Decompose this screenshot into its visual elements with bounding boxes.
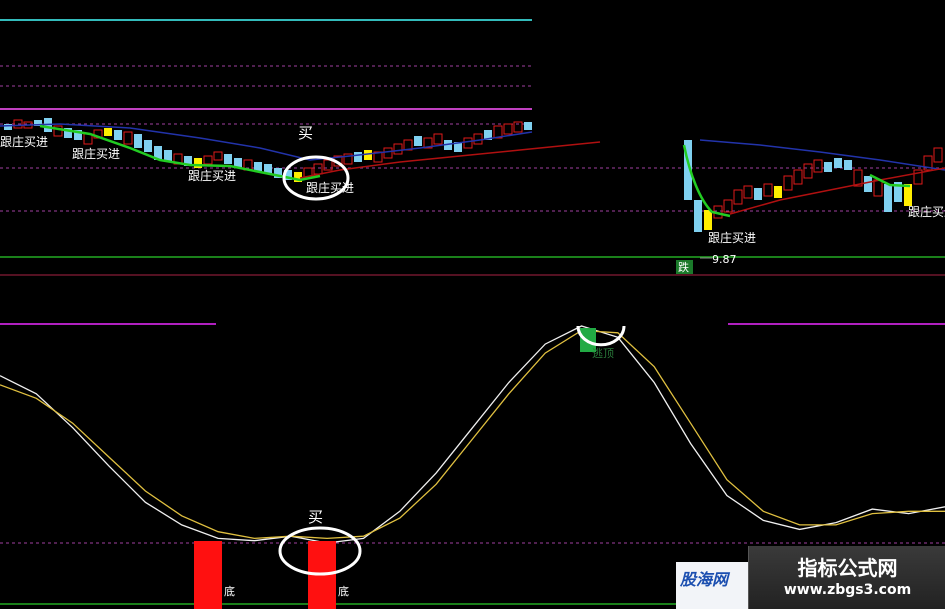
- candlestick: [704, 210, 712, 230]
- candlestick: [414, 136, 422, 146]
- candlestick: [114, 130, 122, 140]
- candlestick: [354, 152, 362, 162]
- watermark-title: 指标公式网: [797, 556, 898, 580]
- candlestick: [524, 122, 532, 130]
- candlestick: [834, 158, 842, 168]
- logo-text: 股海网: [680, 570, 729, 589]
- candlestick: [884, 184, 892, 212]
- signal-label: 跟庄买进: [708, 230, 756, 245]
- candlestick: [134, 134, 142, 148]
- candlestick: [224, 154, 232, 164]
- watermark: 指标公式网 www.zbgs3.com: [748, 546, 945, 609]
- signal-label: 跟庄买进: [72, 146, 120, 161]
- candlestick: [144, 140, 152, 152]
- bottom-label: 底: [224, 584, 235, 598]
- candlestick: [864, 176, 872, 192]
- watermark-url: www.zbgs3.com: [783, 582, 912, 598]
- signal-label: 跟庄买进: [908, 204, 945, 219]
- candlestick: [754, 188, 762, 200]
- price-note: 9.87: [712, 253, 737, 266]
- candlestick: [774, 186, 782, 198]
- drop-label: 跌: [678, 260, 689, 274]
- bottom-label: 底: [338, 584, 349, 598]
- candlestick: [824, 162, 832, 172]
- candlestick: [694, 200, 702, 232]
- candlestick: [104, 128, 112, 136]
- chart-background: [0, 0, 945, 609]
- stock-chart: 跟庄买进 跟庄买进 跟庄买进 跟庄买进 跟庄买进 跟庄买进 9.87 买 跌 底…: [0, 0, 945, 609]
- signal-label: 跟庄买进: [188, 168, 236, 183]
- bottom-bar: [194, 541, 222, 609]
- indicator-buy-label: 买: [308, 508, 323, 526]
- site-logo: 股海网: [676, 562, 748, 609]
- top-label: 逃顶: [592, 347, 614, 360]
- signal-label: 跟庄买进: [0, 134, 48, 149]
- candlestick: [904, 184, 912, 206]
- buy-label: 买: [298, 124, 313, 142]
- candlestick: [844, 160, 852, 170]
